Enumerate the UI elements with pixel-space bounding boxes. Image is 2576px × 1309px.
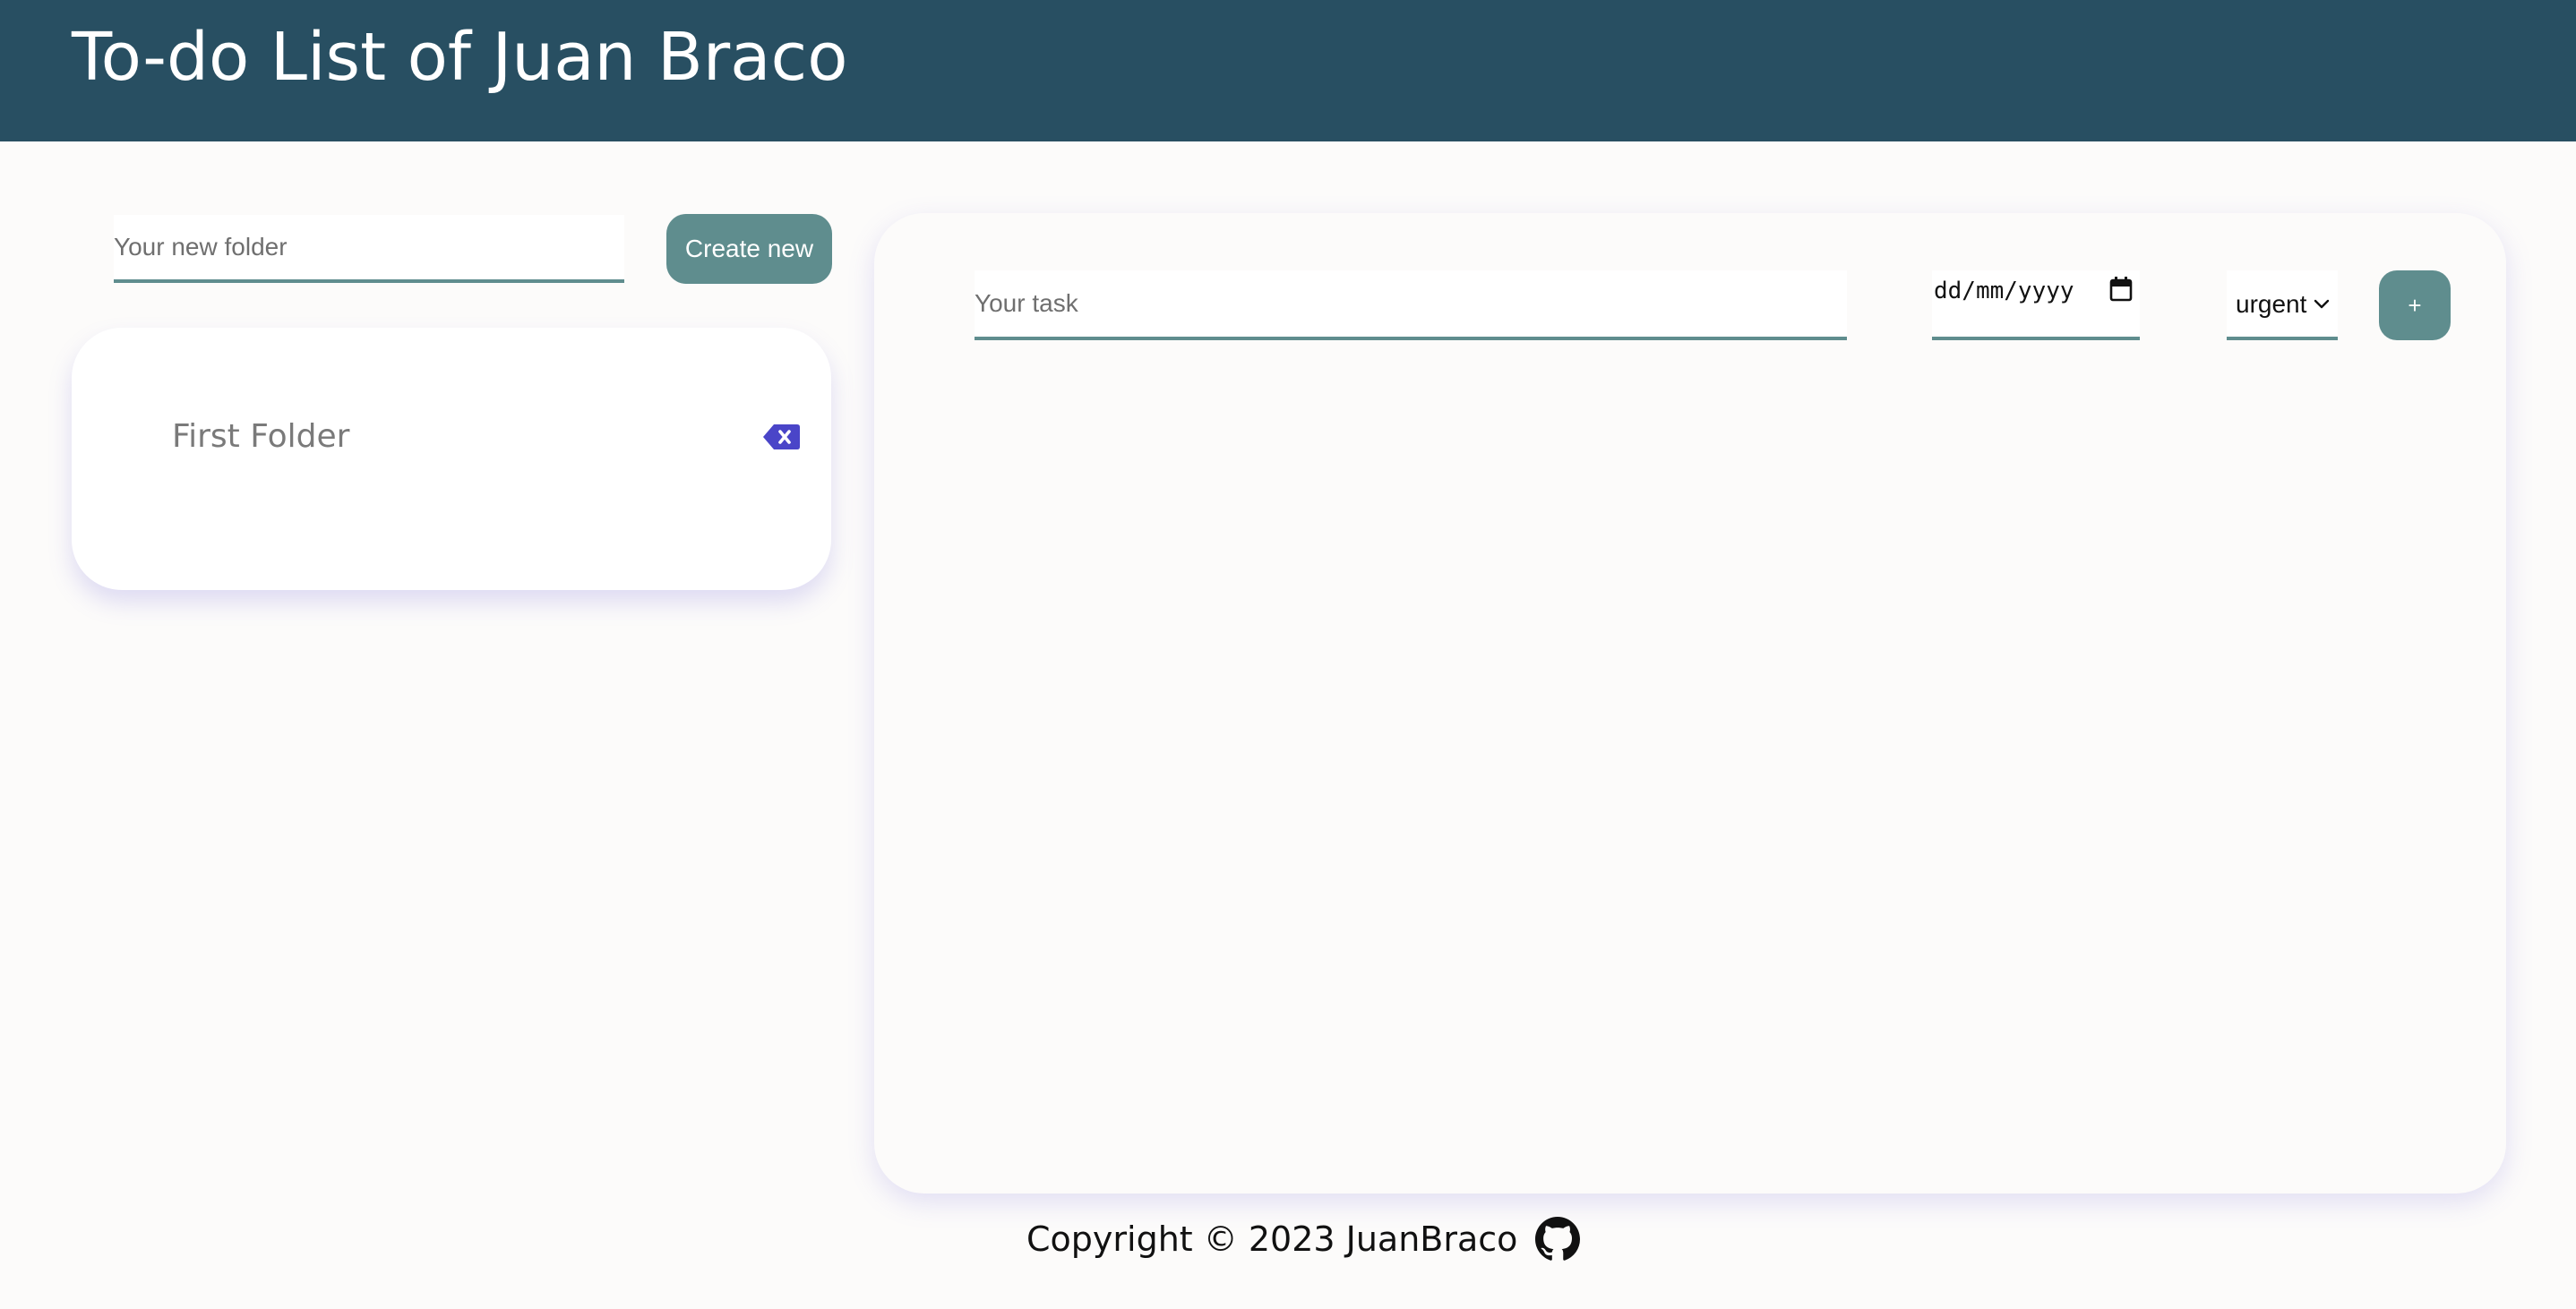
chevron-down-icon [2314, 299, 2330, 309]
task-input[interactable] [975, 270, 1847, 337]
github-icon[interactable] [1535, 1217, 1581, 1262]
new-folder-input[interactable] [114, 215, 624, 279]
due-date-input[interactable]: dd/mm/yyyy [1932, 270, 2140, 340]
new-folder-field[interactable] [114, 215, 624, 283]
priority-selected-value: urgent [2236, 290, 2307, 318]
add-task-button[interactable]: + [2379, 270, 2451, 340]
folder-item[interactable]: First Folder [72, 328, 831, 462]
page-header: To-do List of Juan Braco [0, 0, 2576, 141]
folder-name[interactable]: First Folder [172, 415, 349, 458]
calendar-icon[interactable] [2108, 276, 2134, 303]
date-placeholder: dd/mm/yyyy [1934, 278, 2074, 304]
backspace-x-icon[interactable] [761, 423, 801, 451]
footer: Copyright © 2023 JuanBraco [1026, 1212, 1581, 1266]
page-title: To-do List of Juan Braco [72, 19, 848, 96]
task-field[interactable] [975, 270, 1847, 340]
folders-panel: First Folder [72, 328, 831, 590]
copyright-text: Copyright © 2023 JuanBraco [1026, 1219, 1518, 1259]
create-folder-button[interactable]: Create new [666, 214, 832, 284]
tasks-panel: dd/mm/yyyy urgent + [874, 213, 2506, 1194]
priority-select[interactable]: urgent [2227, 270, 2338, 340]
